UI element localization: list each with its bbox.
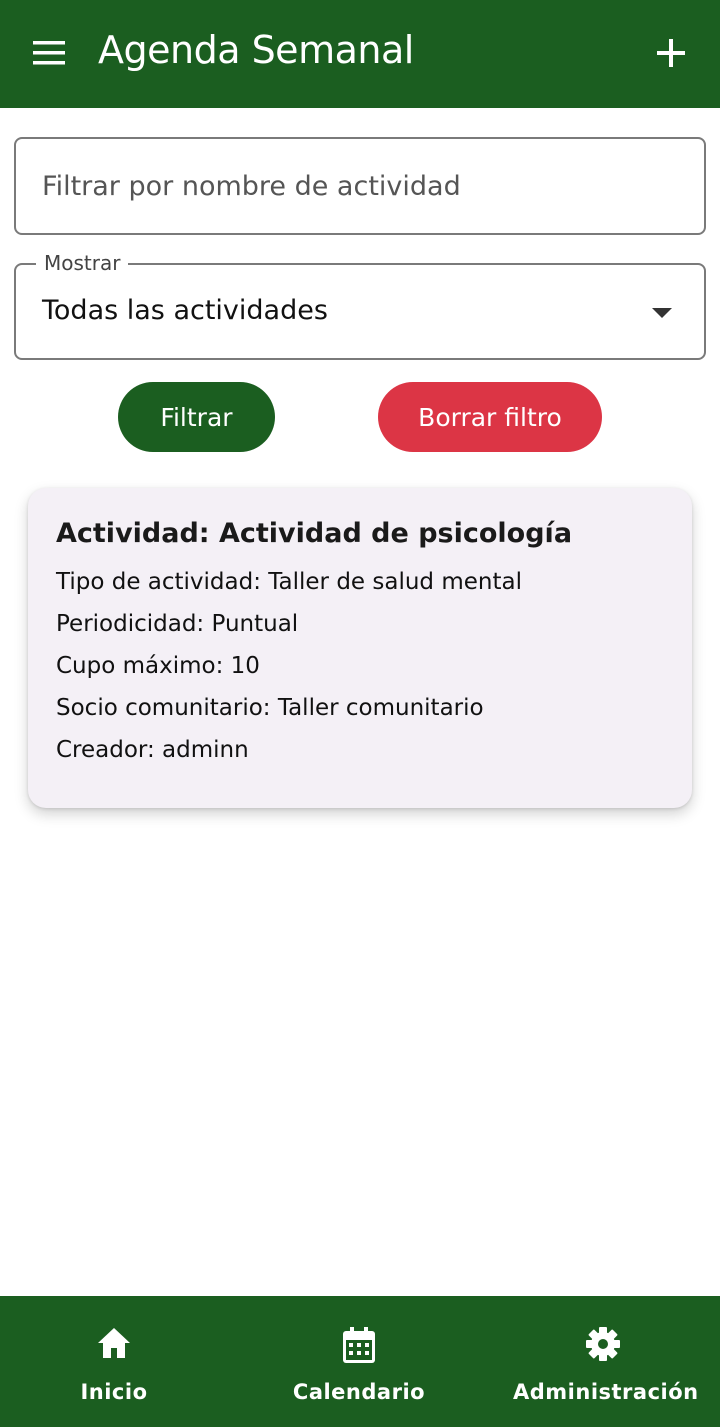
show-select-label: Mostrar [36,251,129,275]
activity-title: Actividad: Actividad de psicología [56,518,573,549]
activity-filter-field [14,137,706,235]
nav-item-administracion[interactable]: Administración [513,1296,699,1427]
filter-button[interactable]: Filtrar [118,382,275,452]
show-select-value: Todas las actividades [42,295,328,326]
calendar-icon [341,1326,377,1369]
nav-item-inicio[interactable]: Inicio [64,1296,164,1427]
nav-item-calendario[interactable]: Calendario [289,1296,429,1427]
page-title: Agenda Semanal [98,28,414,72]
plus-icon[interactable] [653,35,689,71]
activity-card[interactable]: Actividad: Actividad de psicología Tipo … [28,488,692,808]
activity-partner: Socio comunitario: Taller comunitario [56,695,484,721]
activity-capacity: Cupo máximo: 10 [56,653,260,679]
gear-icon [585,1326,621,1367]
nav-label-administracion: Administración [513,1380,699,1404]
home-icon [96,1326,132,1365]
activity-creator: Creador: adminn [56,737,249,763]
show-select[interactable]: Mostrar Todas las actividades [14,251,706,360]
hamburger-menu-icon[interactable] [31,38,67,68]
activity-filter-input[interactable] [16,139,704,233]
clear-filter-button[interactable]: Borrar filtro [378,382,602,452]
dropdown-arrow-icon [652,307,672,325]
activity-periodicity: Periodicidad: Puntual [56,611,299,637]
nav-label-inicio: Inicio [80,1380,148,1404]
bottom-navigation: Inicio Calendario Administración [0,1296,720,1427]
app-bar: Agenda Semanal [0,0,720,108]
activity-type: Tipo de actividad: Taller de salud menta… [56,569,522,595]
nav-label-calendario: Calendario [292,1380,426,1404]
